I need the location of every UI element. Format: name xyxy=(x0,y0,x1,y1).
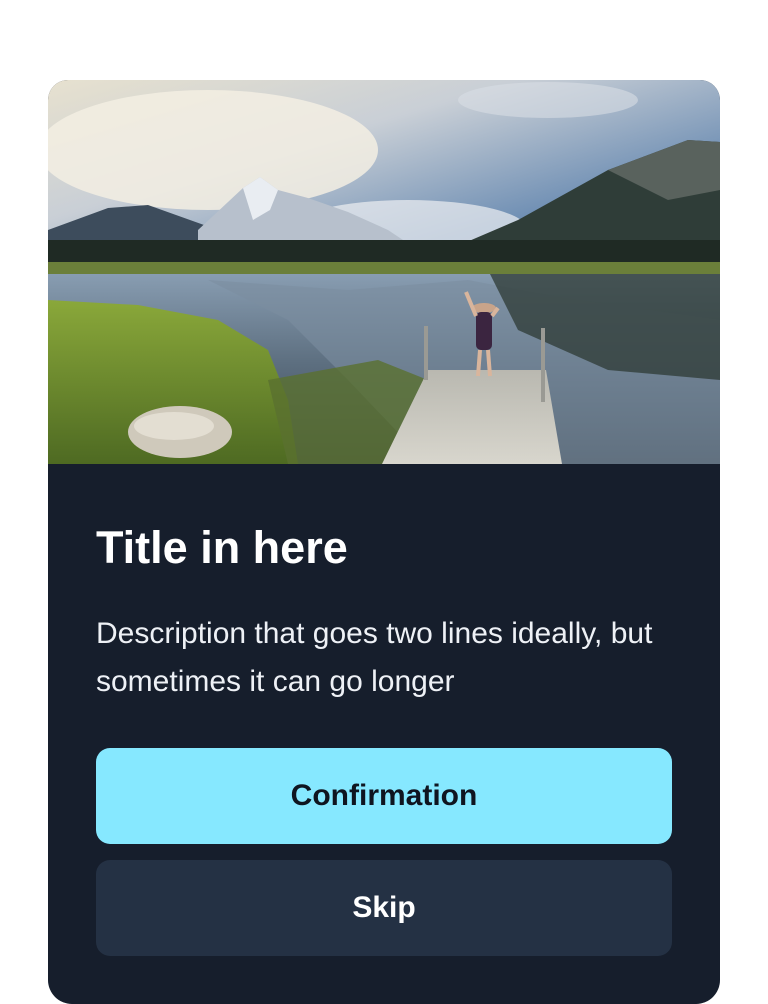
landscape-photo xyxy=(48,80,720,464)
dialog-card: Title in here Description that goes two … xyxy=(48,80,720,1004)
card-description: Description that goes two lines ideally,… xyxy=(96,617,653,698)
skip-button[interactable]: Skip xyxy=(96,860,672,956)
confirmation-button[interactable]: Confirmation xyxy=(96,748,672,844)
card-title: Title in here xyxy=(96,522,348,573)
hero-image xyxy=(48,80,720,464)
